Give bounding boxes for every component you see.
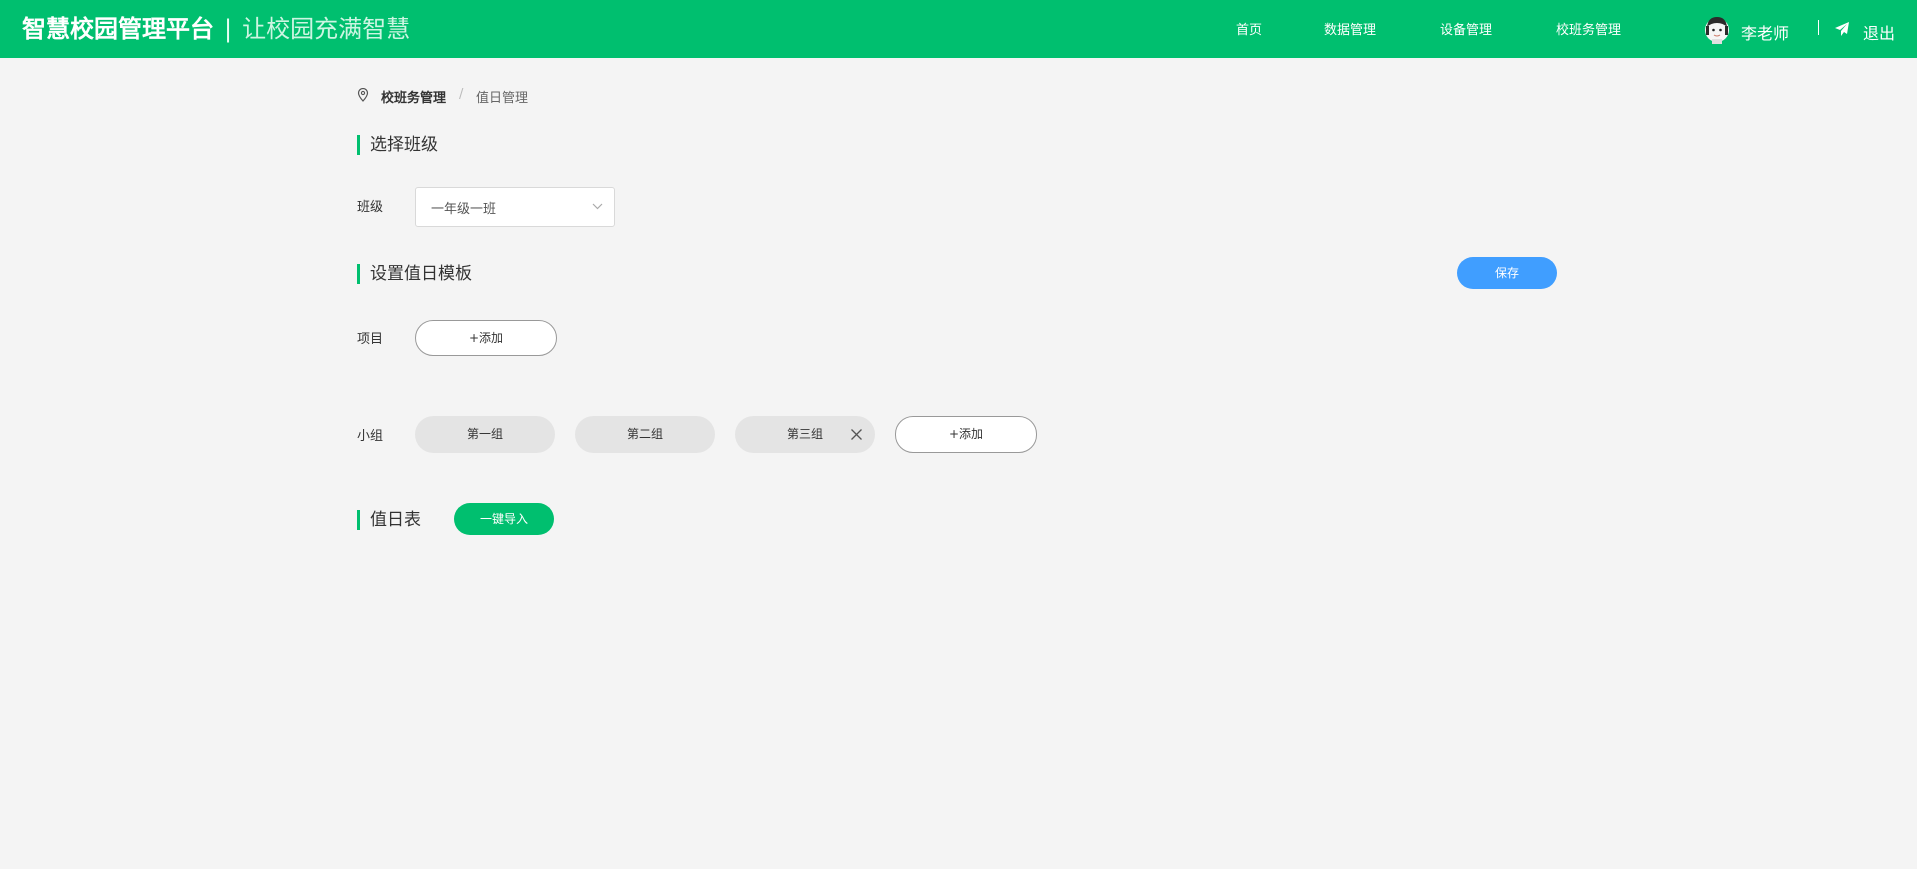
group-pill-label: 第一组 (466, 427, 503, 441)
group-label: 小组 (357, 429, 384, 444)
class-select[interactable]: 一年级一班 (415, 187, 615, 227)
class-label: 班级 (357, 200, 384, 215)
close-icon[interactable] (850, 428, 863, 441)
header-separator (1818, 20, 1819, 35)
app-slogan: 让校园充满智慧 (242, 15, 411, 43)
save-button[interactable]: 保存 (1457, 257, 1557, 289)
breadcrumb-parent[interactable]: 校班务管理 (381, 87, 446, 106)
avatar (1705, 17, 1729, 44)
nav-home[interactable]: 首页 (1236, 19, 1262, 38)
brand: 智慧校园管理平台 | 让校园充满智慧 (22, 13, 410, 45)
group-pill-label: 第三组 (786, 427, 823, 441)
import-button[interactable]: 一键导入 (454, 503, 554, 535)
send-icon (1835, 22, 1849, 36)
section-title-select-class: 选择班级 (357, 135, 438, 155)
top-header: 智慧校园管理平台 | 让校园充满智慧 首页 数据管理 设备管理 校班务管理 李老师 … (0, 0, 1917, 58)
breadcrumb-current: 值日管理 (476, 91, 529, 106)
location-pin-icon (357, 88, 369, 102)
item-label: 项目 (357, 332, 384, 347)
nav-school-class-management[interactable]: 校班务管理 (1556, 19, 1621, 38)
breadcrumb-separator: / (459, 87, 464, 102)
group-pill-3[interactable]: 第三组 (735, 416, 875, 453)
section-title-duty-template: 设置值日模板 (357, 264, 472, 284)
nav-data-management[interactable]: 数据管理 (1324, 19, 1376, 38)
class-select-value: 一年级一班 (431, 202, 497, 217)
add-group-button[interactable]: +添加 (895, 416, 1037, 453)
brand-divider: | (224, 15, 233, 43)
section-title-duty-table: 值日表 (357, 510, 421, 530)
nav-device-management[interactable]: 设备管理 (1440, 19, 1492, 38)
add-item-button[interactable]: +添加 (415, 320, 557, 356)
group-pill-1[interactable]: 第一组 (415, 416, 555, 453)
user-name: 李老师 (1741, 24, 1790, 43)
group-pill-2[interactable]: 第二组 (575, 416, 715, 453)
chevron-down-icon (592, 203, 603, 210)
app-title: 智慧校园管理平台 (22, 15, 214, 43)
group-pill-label: 第二组 (626, 427, 663, 441)
logout-label: 退出 (1863, 24, 1896, 43)
